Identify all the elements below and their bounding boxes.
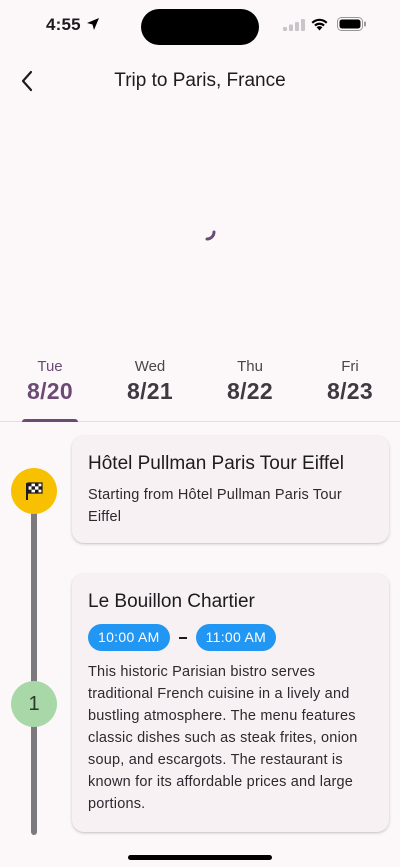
tab-day-label: Thu: [237, 358, 263, 375]
end-time-chip[interactable]: 11:00 AM: [195, 624, 277, 651]
tab-fri[interactable]: Fri 8/23: [300, 352, 400, 421]
tab-wed[interactable]: Wed 8/21: [100, 352, 200, 421]
timeline-line: [31, 470, 37, 835]
tab-day-label: Fri: [341, 358, 359, 375]
page-title: Trip to Paris, France: [114, 70, 286, 91]
time-separator: [178, 636, 187, 639]
tab-day-label: Tue: [37, 358, 63, 375]
tab-date-label: 8/23: [327, 378, 373, 404]
stop-card-1[interactable]: Le Bouillon Chartier 10:00 AM 11:00 AM T…: [72, 574, 389, 832]
cellular-signal-icon: [283, 19, 305, 31]
status-time: 4:55: [46, 15, 81, 34]
battery-icon: [337, 17, 366, 31]
stop-number-marker: 1: [11, 681, 57, 727]
stop-title: Le Bouillon Chartier: [88, 591, 255, 612]
stop-description: This historic Parisian bistro serves tra…: [88, 664, 358, 812]
stop-number: 1: [28, 692, 40, 715]
home-indicator: [128, 855, 272, 860]
stop-title: Hôtel Pullman Paris Tour Eiffel: [88, 453, 344, 474]
tab-thu[interactable]: Thu 8/22: [200, 352, 300, 421]
location-arrow-icon: [87, 18, 99, 30]
day-tabs: Tue 8/20 Wed 8/21 Thu 8/22 Fri 8/23: [0, 352, 400, 422]
stop-subtitle: Starting from Hôtel Pullman Paris Tour E…: [88, 487, 342, 525]
start-time-chip[interactable]: 10:00 AM: [88, 624, 170, 651]
wifi-icon: [311, 18, 328, 31]
tab-tue[interactable]: Tue 8/20: [0, 352, 100, 422]
tab-date-label: 8/22: [227, 378, 273, 404]
stop-card-start[interactable]: Hôtel Pullman Paris Tour Eiffel Starting…: [72, 436, 389, 543]
checkered-flag-icon: [26, 482, 43, 500]
dynamic-island: [141, 9, 259, 45]
time-range: 10:00 AM 11:00 AM: [88, 624, 373, 651]
active-tab-indicator: [22, 419, 78, 422]
status-bar: 4:55: [0, 0, 400, 54]
tab-date-label: 8/20: [27, 378, 73, 404]
start-marker: [11, 468, 57, 514]
loading-spinner-icon: [205, 230, 216, 241]
tab-day-label: Wed: [134, 358, 166, 375]
tab-date-label: 8/21: [127, 378, 173, 404]
